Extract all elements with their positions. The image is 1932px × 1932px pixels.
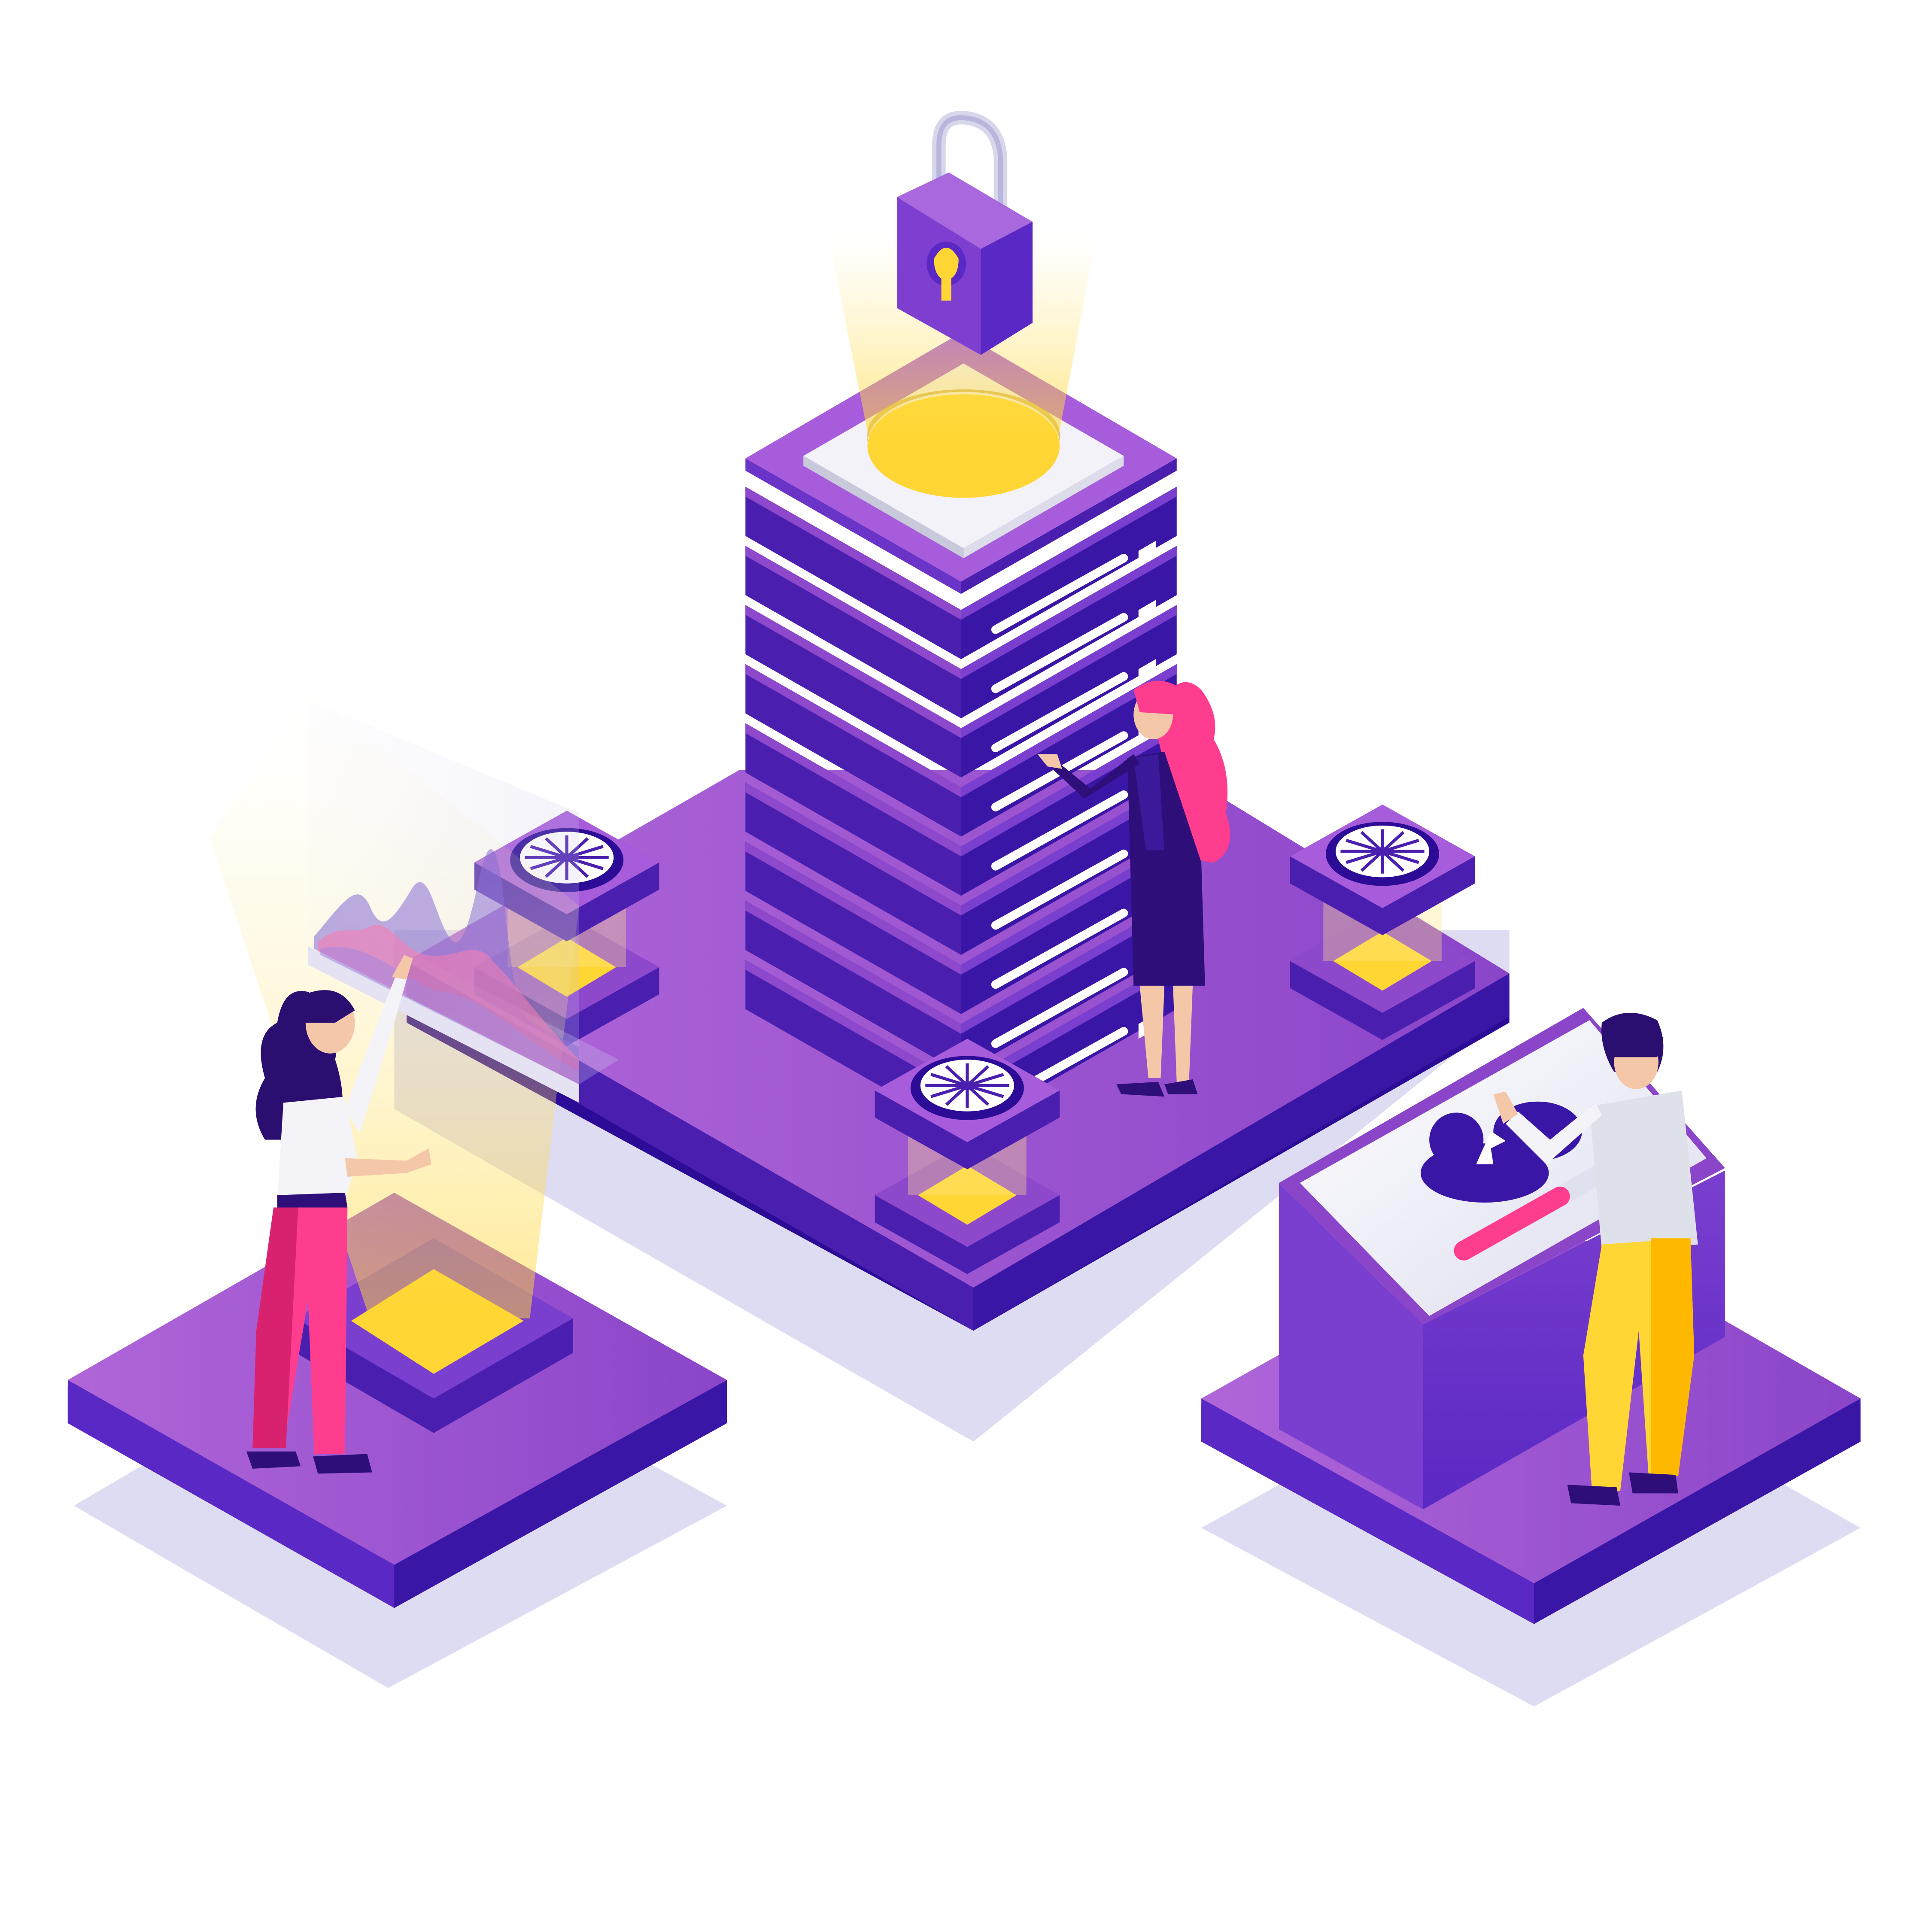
server-tower — [745, 332, 1177, 1133]
cooling-fan-icon — [920, 1060, 1014, 1112]
cooling-fan-icon — [1335, 825, 1430, 878]
isometric-server-illustration — [0, 0, 1932, 1932]
padlock-icon — [897, 111, 1033, 355]
